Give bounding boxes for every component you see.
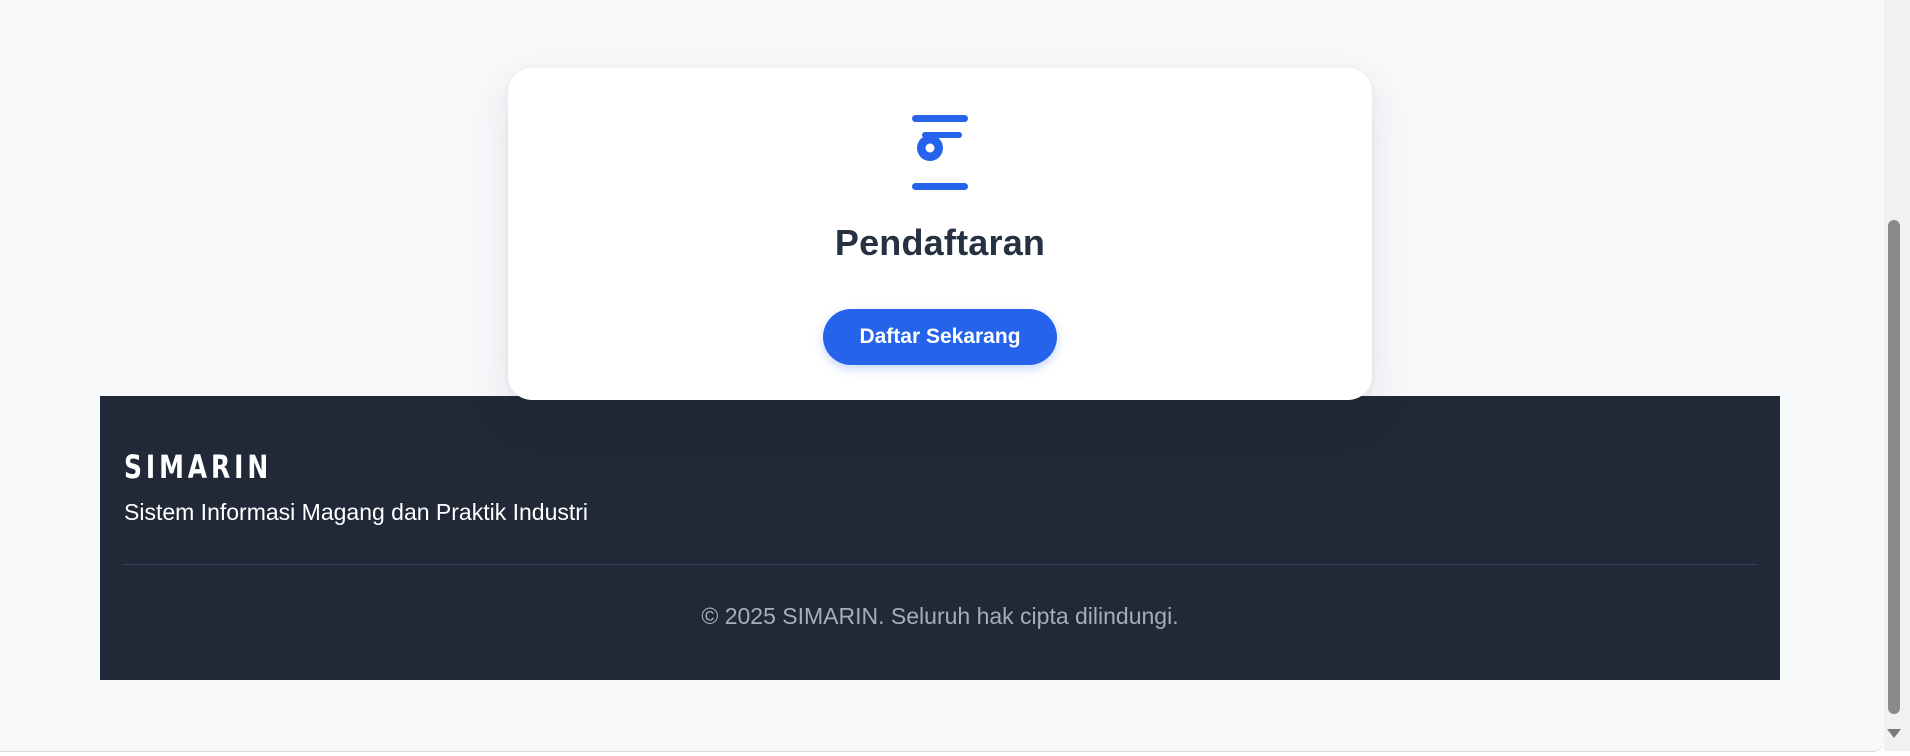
footer-copyright: © 2025 SIMARIN. Seluruh hak cipta dilind… — [701, 603, 1179, 629]
register-now-button[interactable]: Daftar Sekarang — [823, 309, 1057, 365]
vertical-scrollbar[interactable] — [1884, 0, 1910, 751]
registration-icon — [910, 115, 970, 191]
footer: SIMARIN Sistem Informasi Magang dan Prak… — [100, 396, 1780, 680]
scroll-down-arrow-icon[interactable] — [1887, 729, 1901, 738]
card-title: Pendaftaran — [834, 222, 1046, 263]
page-viewport: Pendaftaran Daftar Sekarang SIMARIN Sist… — [0, 0, 1884, 752]
footer-divider — [124, 564, 1756, 565]
footer-tagline: Sistem Informasi Magang dan Praktik Indu… — [124, 499, 589, 525]
scrollbar-thumb[interactable] — [1888, 220, 1900, 714]
registration-card: Pendaftaran Daftar Sekarang — [508, 68, 1372, 400]
footer-brand: SIMARIN — [124, 448, 273, 486]
